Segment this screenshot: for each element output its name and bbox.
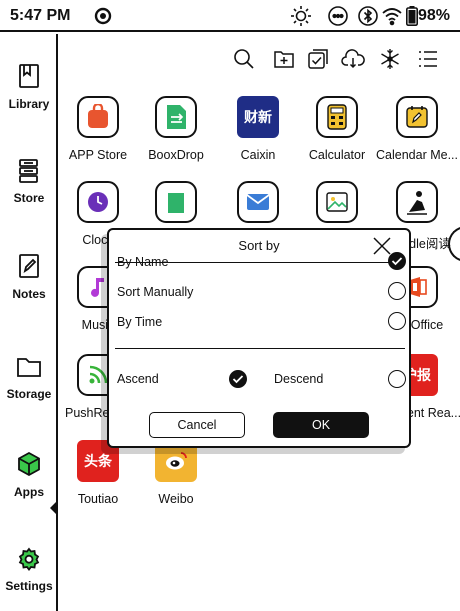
wifi-icon [381, 5, 403, 27]
bluetooth-icon [358, 5, 378, 27]
app-label: Calendar Me... [376, 148, 458, 162]
battery-level: 98% [417, 7, 450, 24]
apps-cube-icon [17, 451, 41, 482]
sidebar-item-settings[interactable]: Settings [0, 542, 58, 611]
sidebar-item-label: Settings [5, 579, 53, 593]
radio-descend[interactable] [388, 370, 406, 388]
sidebar-item-label: Store [13, 191, 45, 205]
booxdrop-icon [155, 96, 197, 138]
option-by-time-label: By Time [117, 315, 163, 329]
app-label: Weibo [158, 492, 194, 506]
gear-icon [17, 547, 41, 576]
folder-icon [16, 355, 42, 384]
order-descend-label: Descend [274, 372, 324, 386]
options-divider [115, 348, 405, 349]
app-toutiao[interactable]: 头条 Toutiao [53, 440, 143, 540]
app-weibo[interactable]: Weibo [131, 440, 221, 540]
status-bar: 5:47 PM 98% [0, 0, 460, 32]
library-icon [18, 63, 40, 94]
clock-icon [77, 181, 119, 223]
sidebar-item-label: Notes [12, 287, 46, 301]
mail-icon [237, 181, 279, 223]
option-sort-manually-label: Sort Manually [117, 285, 194, 299]
store-icon [17, 157, 41, 188]
gallery-icon [316, 181, 358, 223]
radio-ascend[interactable] [229, 370, 247, 388]
battery-icon [405, 5, 419, 27]
refresh-mode-icon [326, 5, 350, 27]
search-icon[interactable] [232, 47, 256, 71]
sidebar-item-storage[interactable]: Storage [0, 350, 58, 422]
sort-dialog: Sort by By Name Sort Manually By Time As… [107, 228, 411, 448]
sidebar-item-store[interactable]: Store [0, 154, 58, 226]
add-folder-icon[interactable] [272, 47, 296, 71]
sidebar-item-notes[interactable]: Notes [0, 250, 58, 322]
appstore-icon [77, 96, 119, 138]
cancel-button[interactable]: Cancel [149, 412, 245, 438]
cloud-sync-icon[interactable] [341, 47, 365, 71]
ok-button[interactable]: OK [273, 412, 369, 438]
status-time: 5:47 PM [10, 7, 71, 24]
freeze-icon[interactable] [378, 47, 402, 71]
sidebar-item-library[interactable]: Library [0, 60, 58, 132]
radio-by-time[interactable] [388, 312, 406, 330]
sidebar-item-label: Storage [6, 387, 52, 401]
brightness-icon [289, 5, 313, 27]
calculator-icon [316, 96, 358, 138]
order-ascend-label: Ascend [117, 372, 159, 386]
calendar-icon [396, 96, 438, 138]
radio-by-name[interactable] [388, 252, 406, 270]
sidebar-item-label: Library [8, 97, 50, 111]
app-green-icon [155, 181, 197, 223]
radio-sort-manually[interactable] [388, 282, 406, 300]
dialog-title: Sort by [238, 238, 280, 253]
multi-select-icon[interactable] [306, 47, 330, 71]
sync-icon [92, 5, 114, 27]
kindle-reader-icon [396, 181, 438, 223]
notes-icon [18, 253, 40, 284]
caixin-icon: 财新 [237, 96, 279, 138]
list-view-icon[interactable] [416, 47, 440, 71]
option-by-name-label: By Name [117, 255, 169, 269]
